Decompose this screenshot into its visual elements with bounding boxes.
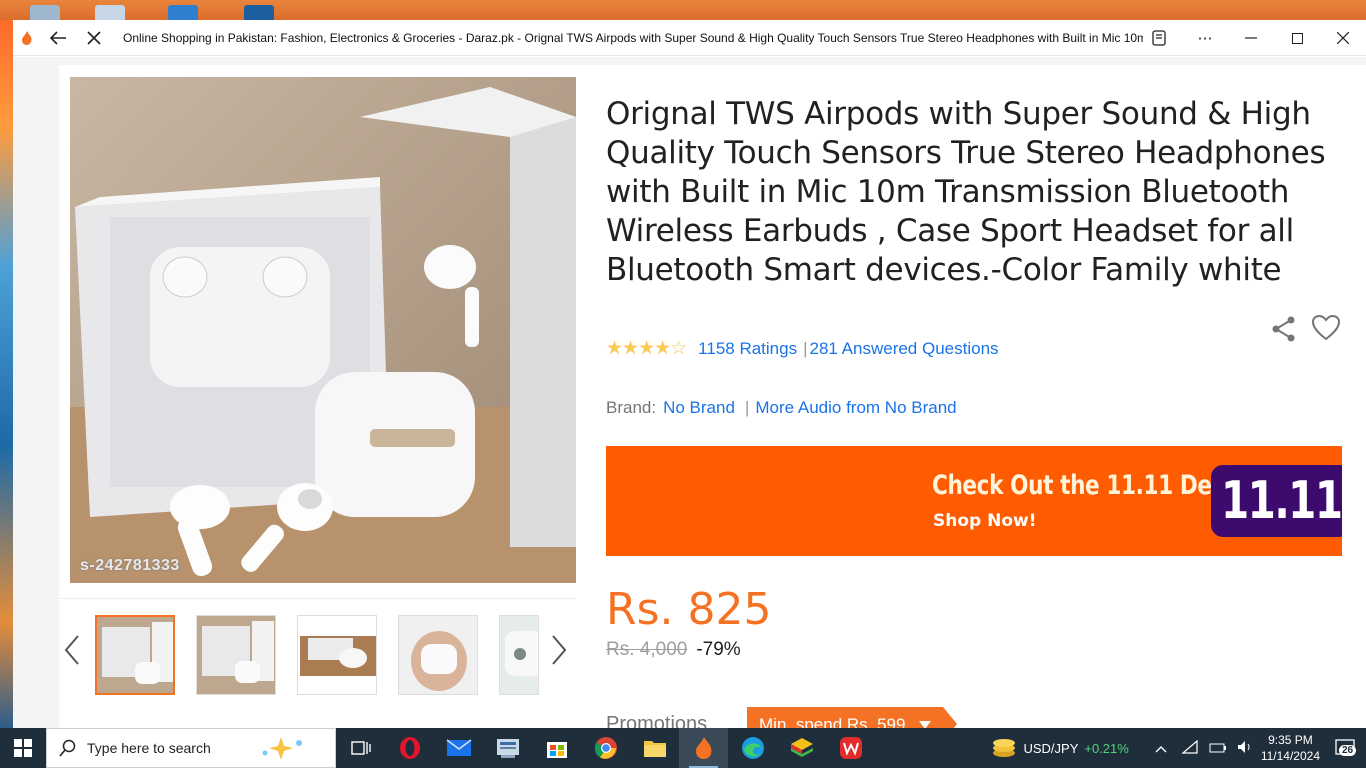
windows-logo-icon — [14, 739, 32, 757]
banner-subtitle: Shop Now! — [933, 511, 1037, 531]
currency-change: +0.21% — [1084, 740, 1129, 756]
brand-label: Brand: — [606, 398, 657, 417]
banner-badge: 11.11 — [1211, 465, 1342, 537]
product-main-image[interactable]: s-242781333 — [70, 77, 576, 583]
maximize-button[interactable] — [1274, 20, 1320, 56]
promotion-chip-text: Min. spend Rs. 599 — [759, 715, 906, 728]
show-hidden-icons-chevron-up-icon[interactable] — [1155, 741, 1167, 756]
brand-link[interactable]: No Brand — [663, 398, 735, 418]
start-button[interactable] — [0, 728, 46, 768]
daraz-app-icon[interactable] — [679, 728, 728, 768]
desktop-icon[interactable] — [95, 5, 125, 21]
thumbnail-next-arrow-icon[interactable] — [551, 635, 571, 673]
news-app-icon[interactable] — [483, 728, 532, 768]
chevron-down-icon — [919, 715, 932, 728]
notification-center-icon[interactable]: 26 — [1334, 737, 1357, 760]
currency-pair[interactable]: USD/JPY — [1023, 741, 1078, 756]
search-icon — [59, 739, 76, 757]
wishlist-heart-icon[interactable] — [1311, 314, 1341, 348]
star-rating-icon: ★★★★☆ — [606, 338, 687, 359]
discount-percent: -79% — [696, 639, 741, 660]
share-wishlist-group — [1270, 314, 1341, 348]
close-window-button[interactable] — [1320, 20, 1366, 56]
current-price: Rs. 825 — [606, 584, 772, 635]
search-placeholder: Type here to search — [87, 740, 211, 756]
share-icon[interactable] — [1270, 315, 1298, 348]
thumbnail-5[interactable] — [499, 615, 539, 695]
promotions-row: Promotions Min. spend Rs. 599 — [606, 707, 958, 729]
volume-icon[interactable] — [1237, 740, 1253, 757]
bluestacks-icon[interactable] — [777, 728, 826, 768]
clock-date: 11/14/2024 — [1260, 749, 1320, 763]
desktop-icon[interactable] — [30, 5, 60, 21]
original-price-row: Rs. 4,000 -79% — [606, 639, 741, 661]
image-watermark: s-242781333 — [80, 557, 180, 574]
file-explorer-icon[interactable] — [630, 728, 679, 768]
desktop-icon[interactable] — [244, 5, 274, 21]
thumbnail-2[interactable] — [196, 615, 276, 695]
product-detail-panel: s-242781333 Orignal TWS Airpods with Sup… — [59, 65, 1366, 728]
original-price: Rs. 4,000 — [606, 639, 688, 660]
store-icon[interactable] — [532, 728, 581, 768]
promo-banner[interactable]: Check Out the 11.11 Deals Shop Now! 11.1… — [606, 446, 1342, 556]
opera-icon[interactable] — [385, 728, 434, 768]
network-icon[interactable] — [1181, 739, 1199, 757]
rating-row: ★★★★☆ 1158 Ratings | 281 Answered Questi… — [606, 337, 999, 360]
battery-icon[interactable] — [1209, 741, 1227, 756]
chrome-icon[interactable] — [581, 728, 630, 768]
stop-loading-button[interactable] — [79, 23, 109, 53]
mail-icon[interactable] — [434, 728, 483, 768]
more-options-icon[interactable]: ⋯ — [1182, 20, 1228, 56]
system-tray: USD/JPY +0.21% 9:35 PM 11/14/2024 26 — [991, 728, 1366, 768]
more-from-brand-link[interactable]: More Audio from No Brand — [755, 398, 956, 418]
back-button[interactable] — [43, 23, 73, 53]
daraz-favicon-icon — [21, 30, 33, 45]
wps-office-icon[interactable] — [826, 728, 875, 768]
brand-row: Brand: No Brand | More Audio from No Bra… — [606, 398, 957, 418]
product-title: Orignal TWS Airpods with Super Sound & H… — [606, 96, 1326, 288]
windows-taskbar: Type here to search USD/JPY +0.21% 9:35 … — [0, 728, 1366, 768]
thumbnail-1[interactable] — [95, 615, 175, 695]
system-clock[interactable]: 9:35 PM 11/14/2024 — [1261, 732, 1320, 764]
ratings-link[interactable]: 1158 Ratings — [698, 339, 797, 359]
desktop-icon[interactable] — [168, 5, 198, 21]
window-title: Online Shopping in Pakistan: Fashion, El… — [123, 30, 1143, 45]
search-highlight-icon — [262, 737, 302, 760]
promotion-chip[interactable]: Min. spend Rs. 599 — [747, 707, 958, 728]
notification-count-badge: 26 — [1339, 744, 1357, 756]
banner-badge-text: 11.11 — [1220, 471, 1342, 531]
thumbnail-4[interactable] — [398, 615, 478, 695]
thumbnail-3[interactable] — [297, 615, 377, 695]
divider: | — [744, 398, 750, 417]
edge-icon[interactable] — [728, 728, 777, 768]
answered-questions-link[interactable]: 281 Answered Questions — [810, 339, 999, 359]
desktop-wallpaper-edge — [0, 20, 13, 728]
divider: | — [803, 338, 808, 358]
thumbnail-strip — [59, 598, 576, 728]
app-view-icon[interactable] — [1136, 20, 1182, 56]
task-view-icon[interactable] — [336, 728, 385, 768]
thumbnail-prev-arrow-icon[interactable] — [64, 635, 84, 673]
browser-window: Online Shopping in Pakistan: Fashion, El… — [13, 20, 1366, 728]
title-bar: Online Shopping in Pakistan: Fashion, El… — [13, 20, 1366, 56]
promotions-label: Promotions — [606, 712, 708, 729]
page-viewport: s-242781333 Orignal TWS Airpods with Sup… — [13, 57, 1366, 728]
clock-time: 9:35 PM — [1268, 733, 1313, 747]
minimize-button[interactable] — [1228, 20, 1274, 56]
taskbar-search-box[interactable]: Type here to search — [46, 728, 336, 768]
stocks-coin-icon[interactable] — [991, 737, 1017, 759]
banner-title: Check Out the 11.11 Deals — [932, 470, 1246, 501]
